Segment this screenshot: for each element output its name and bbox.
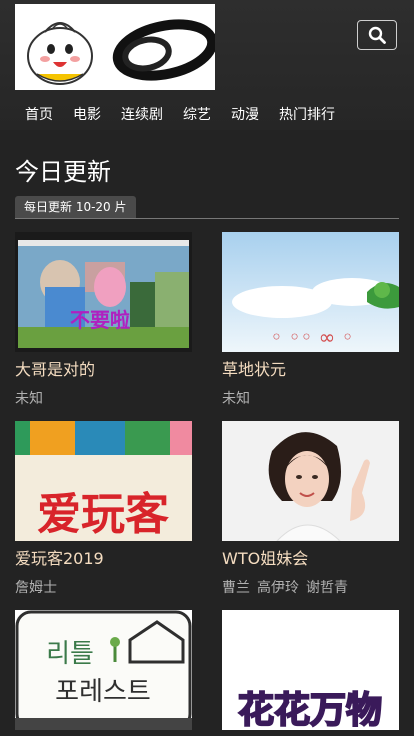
main-nav: 首页 电影 连续剧 综艺 动漫 热门排行 [0,100,414,130]
thumb-caption: 爱玩客 [37,489,169,540]
video-card[interactable]: WTO姐妹会 曹兰 高伊玲 谢哲青 [222,421,399,597]
svg-text:리틀: 리틀 [46,639,94,669]
video-title[interactable]: 大哥是对的 [15,360,192,380]
video-card[interactable]: 리틀 포레스트 [15,610,192,730]
svg-text:포레스트: 포레스트 [55,677,151,707]
search-button[interactable] [357,20,397,50]
logo-image [27,19,215,85]
video-card[interactable]: 不要啦 大哥是对的 未知 [15,232,192,408]
video-thumbnail[interactable] [222,421,399,541]
section-tag: 每日更新 10-20 片 [15,196,136,218]
video-card[interactable]: 花花万物 [222,610,399,730]
video-thumbnail[interactable]: 不要啦 [15,232,192,352]
cast-name: 未知 [222,391,250,407]
cast-name: 未知 [15,391,43,407]
thumbnail-image: 花花万物 [222,610,399,730]
video-cast: 未知 [222,390,399,408]
site-logo[interactable] [15,4,215,90]
nav-variety[interactable]: 综艺 [173,100,221,130]
cast-name: 曹兰 [222,580,250,596]
video-thumbnail[interactable]: 리틀 포레스트 [15,610,192,730]
video-cast: 詹姆士 [15,579,192,597]
cast-name: 詹姆士 [15,580,57,596]
video-title[interactable]: 草地状元 [222,360,399,380]
nav-series[interactable]: 连续剧 [111,100,173,130]
cast-name: 谢哲青 [306,580,348,596]
video-thumbnail[interactable]: 花花万物 [222,610,399,730]
thumbnail-image: 리틀 포레스트 [15,610,192,730]
svg-text:◦ ◦◦ ∞ ◦: ◦ ◦◦ ∞ ◦ [271,325,354,349]
thumbnail-image: ◦ ◦◦ ∞ ◦ [222,232,399,352]
video-thumbnail[interactable]: ◦ ◦◦ ∞ ◦ [222,232,399,352]
section-title: 今日更新 [15,158,111,186]
thumbnail-image [222,421,399,541]
video-card[interactable]: ◦ ◦◦ ∞ ◦ 草地状元 未知 [222,232,399,408]
video-cast: 未知 [15,390,192,408]
nav-home[interactable]: 首页 [15,100,63,130]
cast-name: 高伊玲 [257,580,299,596]
search-icon [368,26,386,44]
thumbnail-image: 不要啦 [15,232,192,352]
thumb-caption: 不要啦 [70,308,130,332]
nav-movies[interactable]: 电影 [63,100,111,130]
header: 首页 电影 连续剧 综艺 动漫 热门排行 [0,0,414,130]
thumb-caption: 花花万物 [238,690,382,730]
video-thumbnail[interactable]: 爱玩客 [15,421,192,541]
video-cast: 曹兰 高伊玲 谢哲青 [222,579,399,597]
section-bar: 每日更新 10-20 片 [15,196,399,219]
video-title[interactable]: 爱玩客2019 [15,549,192,569]
thumbnail-image: 爱玩客 [15,421,192,541]
video-card[interactable]: 爱玩客 爱玩客2019 詹姆士 [15,421,192,597]
nav-anime[interactable]: 动漫 [221,100,269,130]
video-title[interactable]: WTO姐妹会 [222,549,399,569]
nav-trending[interactable]: 热门排行 [269,100,345,130]
